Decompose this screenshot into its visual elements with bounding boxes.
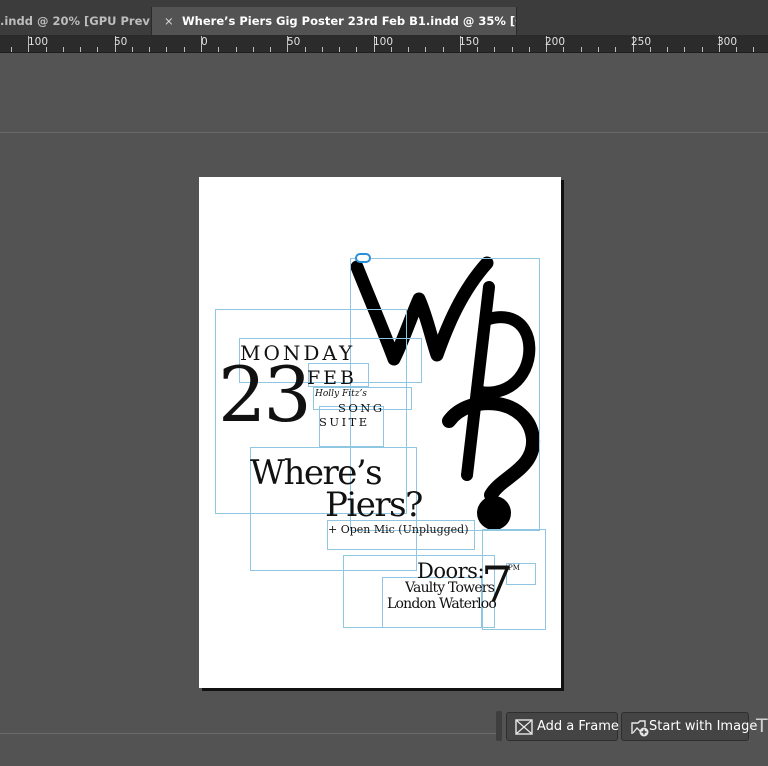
- ruler-label: 150: [459, 36, 480, 48]
- ruler-label: 50: [114, 36, 128, 48]
- poster-venue-line1: SONG: [338, 401, 385, 415]
- ruler-label: 100: [28, 36, 49, 48]
- ruler-label: 300: [717, 36, 738, 48]
- ruler-label: 100: [373, 36, 394, 48]
- poster-month: FEB: [307, 367, 358, 389]
- tab-other-document-label: .indd @ 20% [GPU Preview]: [0, 14, 150, 28]
- start-with-image-label: Start with Image: [649, 719, 758, 734]
- tab-poster-document-label: Where’s Piers Gig Poster 23rd Feb B1.ind…: [182, 14, 516, 28]
- ruler-label: 0: [201, 36, 208, 48]
- pasteboard-divider: [0, 733, 496, 734]
- poster-date: 23: [218, 350, 312, 439]
- tab-other-document[interactable]: .indd @ 20% [GPU Preview]: [0, 7, 150, 35]
- poster-subtitle: + Open Mic (Unplugged): [328, 523, 469, 536]
- close-icon[interactable]: ×: [164, 7, 176, 35]
- start-with-image-button[interactable]: Start with Image: [621, 712, 757, 741]
- add-frame-label: Add a Frame: [537, 719, 619, 734]
- taskbar-grip-handle[interactable]: [496, 711, 502, 741]
- image-place-icon: [631, 720, 649, 737]
- document-page[interactable]: MONDAY 23 FEB Holly Fitz’s SONG SUITE Wh…: [199, 177, 561, 688]
- poster-venue-line2: SUITE: [319, 415, 370, 429]
- link-icon[interactable]: [355, 253, 371, 263]
- pasteboard-top-area: [0, 53, 768, 133]
- poster-address-line1: Vaulty Towers: [405, 580, 495, 596]
- add-frame-button[interactable]: Add a Frame: [506, 712, 619, 741]
- tab-poster-document[interactable]: × Where’s Piers Gig Poster 23rd Feb B1.in…: [151, 7, 517, 35]
- ruler-label: 200: [545, 36, 566, 48]
- frame-icon: [515, 719, 533, 735]
- ruler-label: 50: [287, 36, 301, 48]
- document-tab-bar: .indd @ 20% [GPU Preview] × Where’s Piers…: [0, 0, 768, 36]
- poster-doors-ampm: PM: [508, 564, 520, 572]
- ruler-label: 250: [631, 36, 652, 48]
- poster-title-line2: Piers?: [325, 485, 423, 525]
- poster-address-line2: London Waterloo: [387, 596, 497, 612]
- type-tool-icon[interactable]: T: [756, 713, 768, 739]
- horizontal-ruler[interactable]: 100 50 0 50 100 150 200 250 300: [0, 36, 768, 53]
- poster-credit: Holly Fitz’s: [315, 389, 367, 399]
